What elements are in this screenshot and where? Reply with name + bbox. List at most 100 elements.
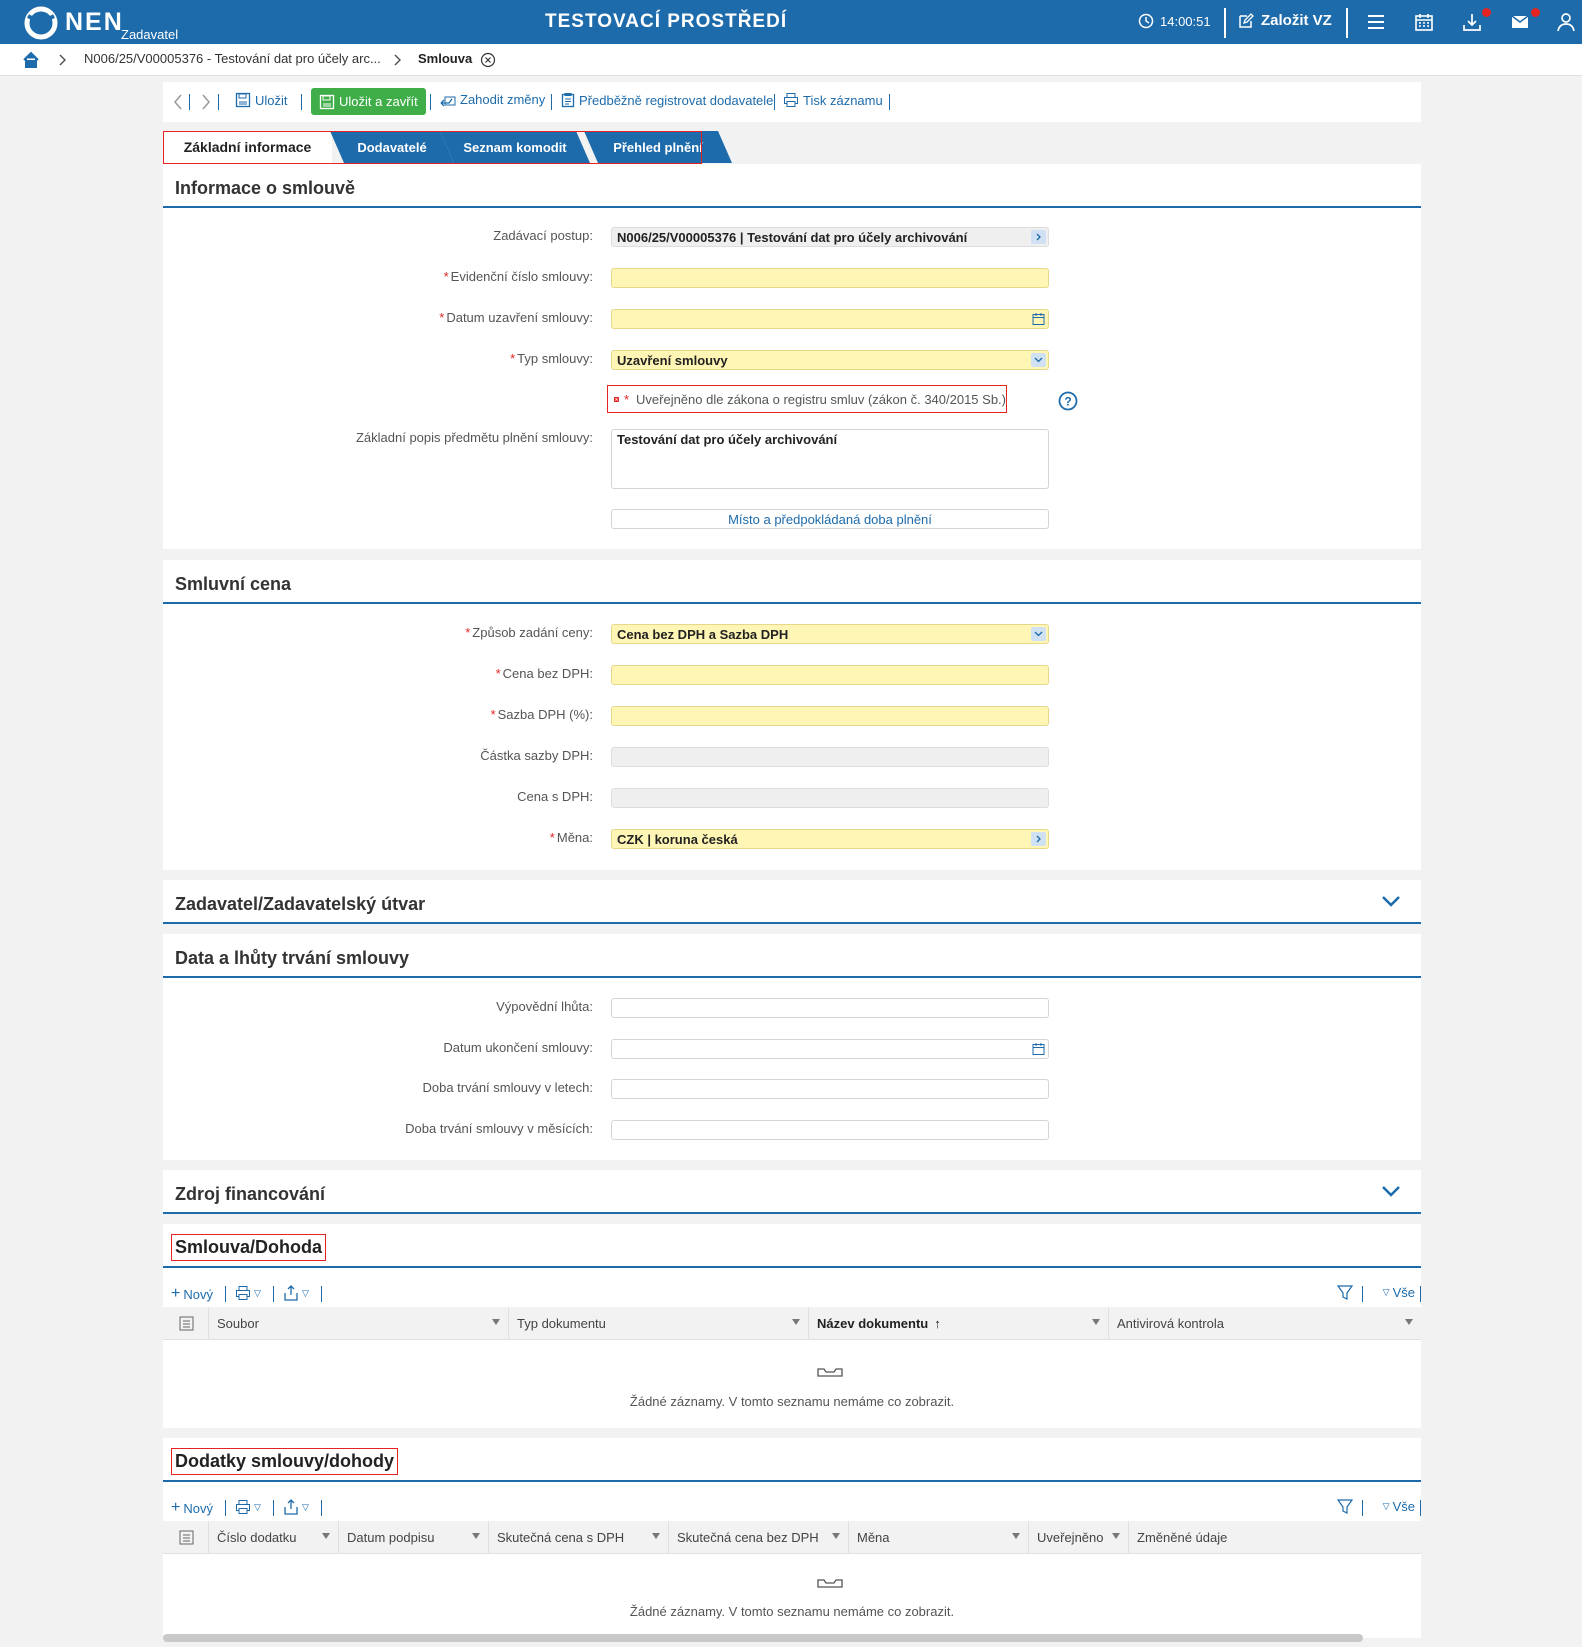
authority-panel[interactable]: Zadavatel/Zadavatelský útvar (163, 880, 1421, 924)
sort-menu-icon[interactable] (472, 1533, 480, 1539)
description-textarea[interactable]: Testování dat pro účely archivování (611, 429, 1049, 489)
column-amendment-number[interactable]: Číslo dodatku (209, 1521, 339, 1554)
column-changed-data[interactable]: Změněné údaje (1129, 1521, 1421, 1554)
session-timer: 14:00:51 (1138, 13, 1211, 29)
tab-basic-info[interactable]: Základní informace (163, 131, 332, 163)
column-document-type[interactable]: Typ dokumentu (509, 1307, 809, 1340)
close-tab-icon[interactable] (480, 52, 496, 68)
net-price-input[interactable] (611, 665, 1049, 685)
duration-months-input[interactable] (611, 1120, 1049, 1140)
save-and-close-button[interactable]: Uložit a zavřít (311, 88, 426, 115)
sort-menu-icon[interactable] (1092, 1319, 1100, 1325)
procedure-field[interactable]: N006/25/V00005376 | Testování dat pro úč… (611, 227, 1049, 247)
column-currency[interactable]: Měna (849, 1521, 1029, 1554)
place-and-time-button[interactable]: Místo a předpokládaná doba plnění (611, 509, 1049, 529)
sort-menu-icon[interactable] (652, 1533, 660, 1539)
contract-type-label: * Typ smlouvy: (510, 351, 593, 366)
print-icon (236, 1286, 250, 1300)
home-icon[interactable] (22, 51, 40, 69)
open-link-button[interactable] (1031, 832, 1046, 846)
discard-changes-button[interactable]: Zahodit změny (440, 92, 545, 107)
view-all-button[interactable]: ▽ Vše (1383, 1285, 1415, 1300)
section-header[interactable]: Zdroj financování (163, 1170, 1421, 1214)
column-actual-price-net[interactable]: Skutečná cena bez DPH (669, 1521, 849, 1554)
sort-menu-icon[interactable] (792, 1319, 800, 1325)
menu-icon[interactable] (1366, 12, 1386, 32)
print-menu-button[interactable]: ▽ (235, 1499, 261, 1515)
preregister-supplier-button[interactable]: Předběžně registrovat dodavatele (561, 92, 773, 108)
column-published[interactable]: Uveřejněno (1029, 1521, 1129, 1554)
plus-icon: + (171, 1285, 181, 1302)
divider (321, 1286, 322, 1302)
currency-field[interactable]: CZK | koruna česká (611, 829, 1049, 849)
published-checkbox[interactable]: * Uveřejněno dle zákona o registru smluv… (607, 385, 1007, 413)
edit-icon (1239, 12, 1254, 28)
funding-panel[interactable]: Zdroj financování (163, 1170, 1421, 1214)
new-amendment-button[interactable]: + Nový (171, 1499, 213, 1517)
export-menu-button[interactable]: ▽ (283, 1499, 309, 1515)
notice-period-input[interactable] (611, 998, 1049, 1018)
column-settings-button[interactable] (163, 1521, 209, 1554)
column-signature-date[interactable]: Datum podpisu (339, 1521, 489, 1554)
column-file[interactable]: Soubor (209, 1307, 509, 1340)
chevron-right-icon (394, 54, 401, 66)
mail-icon[interactable] (1510, 12, 1530, 32)
sort-menu-icon[interactable] (832, 1533, 840, 1539)
breadcrumb-procedure[interactable]: N006/25/V00005376 - Testování dat pro úč… (84, 51, 381, 66)
filter-icon[interactable] (1337, 1499, 1353, 1515)
tab-fulfillment[interactable]: Přehled plnění (584, 131, 732, 163)
new-document-button[interactable]: + Nový (171, 1285, 213, 1303)
chevron-down-icon[interactable] (1381, 894, 1401, 908)
section-header[interactable]: Zadavatel/Zadavatelský útvar (163, 880, 1421, 924)
divider (321, 1500, 322, 1516)
column-actual-price-vat[interactable]: Skutečná cena s DPH (489, 1521, 669, 1554)
duration-years-input[interactable] (611, 1079, 1049, 1099)
save-button[interactable]: Uložit (235, 92, 288, 108)
calendar-picker-button[interactable] (1031, 1042, 1046, 1056)
divider (1362, 1286, 1363, 1302)
back-icon[interactable] (173, 94, 183, 110)
conclusion-date-input[interactable] (611, 309, 1049, 329)
dropdown-button[interactable] (1031, 353, 1046, 367)
sort-menu-icon[interactable] (1112, 1533, 1120, 1539)
sort-menu-icon[interactable] (1012, 1533, 1020, 1539)
print-record-button[interactable]: Tisk záznamu (783, 92, 883, 108)
calendar-picker-button[interactable] (1031, 312, 1046, 326)
column-document-name[interactable]: Název dokumentu ↑ (809, 1307, 1109, 1340)
view-all-button[interactable]: ▽ Vše (1383, 1499, 1415, 1514)
section-title: Informace o smlouvě (175, 178, 356, 198)
filter-icon[interactable] (1337, 1285, 1353, 1301)
price-method-select[interactable]: Cena bez DPH a Sazba DPH (611, 624, 1049, 644)
open-link-button[interactable] (1031, 230, 1046, 244)
new-tender-button[interactable]: Založit VZ (1238, 12, 1332, 29)
contract-type-select[interactable]: Uzavření smlouvy (611, 350, 1049, 370)
chevron-down-icon[interactable] (1381, 1184, 1401, 1198)
tab-commodities[interactable]: Seznam komodit (440, 131, 590, 163)
columns-icon (179, 1530, 194, 1545)
download-icon[interactable] (1462, 12, 1482, 32)
end-date-input[interactable] (611, 1039, 1049, 1059)
sort-menu-icon[interactable] (322, 1533, 330, 1539)
contract-number-input[interactable] (611, 268, 1049, 288)
sort-menu-icon[interactable] (492, 1319, 500, 1325)
export-menu-button[interactable]: ▽ (283, 1285, 309, 1301)
discard-changes-label: Zahodit změny (460, 92, 546, 107)
print-menu-button[interactable]: ▽ (235, 1285, 261, 1301)
column-settings-button[interactable] (163, 1307, 209, 1340)
divider (1362, 1500, 1363, 1516)
dropdown-button[interactable] (1031, 627, 1046, 641)
horizontal-scrollbar[interactable] (163, 1634, 1363, 1642)
caret-down-icon: ▽ (1382, 1501, 1390, 1511)
calendar-icon[interactable] (1414, 12, 1434, 32)
vat-rate-input[interactable] (611, 706, 1049, 726)
help-icon[interactable]: ? (1058, 391, 1078, 411)
price-panel: Smluvní cena * Způsob zadání ceny: Cena b… (163, 560, 1421, 870)
column-antivirus[interactable]: Antivirová kontrola (1109, 1307, 1421, 1340)
sort-menu-icon[interactable] (1405, 1319, 1413, 1325)
nen-logo[interactable] (24, 6, 58, 40)
section-title: Smluvní cena (175, 574, 292, 594)
user-icon[interactable] (1556, 12, 1576, 32)
divider (218, 94, 219, 110)
tab-suppliers[interactable]: Dodavatelé (330, 131, 454, 163)
forward-icon[interactable] (201, 94, 211, 110)
